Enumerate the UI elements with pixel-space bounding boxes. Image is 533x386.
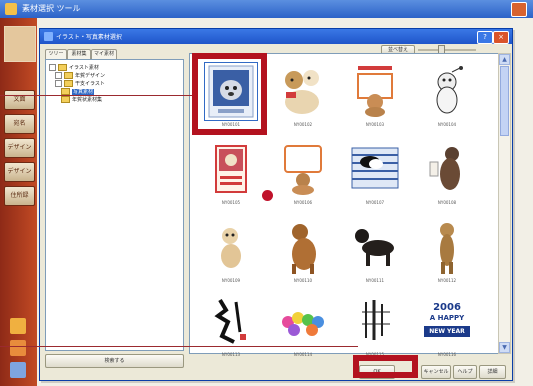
folder-icon bbox=[58, 64, 67, 71]
people-icon[interactable] bbox=[10, 340, 26, 356]
help-text-button[interactable]: ヘルプ bbox=[453, 365, 477, 379]
folder-icon bbox=[61, 88, 70, 95]
app-icon bbox=[5, 3, 17, 15]
thumbnail-caption: NY00103 bbox=[365, 122, 385, 127]
thumbnail-caption: NY00114 bbox=[293, 352, 313, 357]
scroll-thumb[interactable] bbox=[500, 66, 509, 136]
folder-icon bbox=[61, 96, 70, 103]
tree-item-selected[interactable]: 写真素材 bbox=[61, 88, 95, 95]
thumbnail-caption: NY00106 bbox=[293, 200, 313, 205]
thumbnail-caption: NY00104 bbox=[437, 122, 457, 127]
standing-dog-icon bbox=[422, 220, 472, 275]
striped-card-icon bbox=[350, 142, 400, 197]
dog-sign-icon bbox=[350, 64, 400, 119]
thumbnail-caption: NY00110 bbox=[293, 278, 313, 283]
close-button[interactable]: × bbox=[493, 31, 509, 44]
thumbnail-caption: NY00112 bbox=[437, 278, 457, 283]
dialog-icon bbox=[44, 32, 53, 41]
dialog-title: イラスト・写真素材選択 bbox=[56, 34, 122, 41]
expand-icon[interactable] bbox=[55, 80, 62, 87]
calligraphy-icon bbox=[206, 294, 256, 349]
strip-button-2[interactable]: 宛名 bbox=[4, 114, 35, 134]
balloons-icon bbox=[278, 294, 328, 349]
app-title: 素材選択 ツール bbox=[22, 4, 81, 13]
tab-my-material[interactable]: マイ素材 bbox=[91, 49, 117, 59]
tree-item[interactable]: イラスト素材 bbox=[49, 64, 99, 71]
folder-icon bbox=[64, 72, 73, 79]
app-close-button[interactable] bbox=[511, 2, 527, 17]
brush-text-icon bbox=[350, 294, 400, 349]
new-year-text: NEW YEAR bbox=[424, 326, 470, 337]
sitting-dog-icon bbox=[422, 142, 472, 197]
tab-collection[interactable]: 素材集 bbox=[67, 49, 91, 59]
thumbnail-caption: NY00111 bbox=[365, 278, 385, 283]
thumbnail-caption: NY00113 bbox=[221, 352, 241, 357]
expand-icon[interactable] bbox=[49, 64, 56, 71]
dachshund-icon bbox=[350, 220, 400, 275]
folder-tree: イラスト素材 年賀デザイン 干支イラスト 写真素材 年賀状素材集 bbox=[45, 59, 184, 351]
year-text: 2006 bbox=[433, 302, 461, 313]
scroll-up-button[interactable]: ▲ bbox=[499, 54, 510, 65]
expand-icon[interactable] bbox=[55, 72, 62, 79]
avatar bbox=[4, 26, 36, 62]
detail-button[interactable]: 詳細 bbox=[479, 365, 506, 379]
framed-dog-icon bbox=[206, 142, 256, 197]
happy-new-year-icon: 2006 A HAPPY NEW YEAR bbox=[422, 294, 472, 349]
callout-line-top bbox=[0, 95, 195, 96]
dogs-pair-icon bbox=[278, 64, 328, 119]
small-dog-icon bbox=[206, 220, 256, 275]
thumbnail-caption: NY00105 bbox=[221, 200, 241, 205]
thumbnail-caption: NY00109 bbox=[221, 278, 241, 283]
material-select-dialog: イラスト・写真素材選択 ? × ツリー 素材集 マイ素材 イラスト素材 年賀デザ… bbox=[39, 28, 513, 381]
zoom-slider[interactable] bbox=[418, 49, 476, 51]
callout-line-bottom bbox=[0, 346, 358, 347]
callout-dot bbox=[262, 190, 273, 201]
selected-thumbnail-highlight bbox=[192, 53, 267, 135]
puppy-icon bbox=[422, 64, 472, 119]
thumbnail-scrollbar[interactable]: ▲ ▼ bbox=[498, 53, 511, 354]
strip-button-4[interactable]: デザイン bbox=[4, 162, 35, 182]
tree-item[interactable]: 干支イラスト bbox=[55, 80, 105, 87]
dog-board-icon bbox=[278, 142, 328, 197]
search-icon[interactable] bbox=[10, 362, 26, 378]
dialog-title-bar: イラスト・写真素材選択 ? × bbox=[40, 29, 512, 44]
scroll-down-button[interactable]: ▼ bbox=[499, 342, 510, 353]
search-button[interactable]: 検索する bbox=[45, 354, 184, 368]
tool-icon[interactable] bbox=[10, 318, 26, 334]
help-button[interactable]: ? bbox=[477, 31, 493, 44]
app-title-bar: 素材選択 ツール bbox=[0, 0, 533, 18]
strip-button-1[interactable]: 文面 bbox=[4, 90, 35, 110]
strip-button-5[interactable]: 住所録 bbox=[4, 186, 35, 206]
thumbnail-caption: NY00107 bbox=[365, 200, 385, 205]
thumbnail-caption: NY00102 bbox=[293, 122, 313, 127]
strip-button-3[interactable]: デザイン bbox=[4, 138, 35, 158]
happy-text: A HAPPY bbox=[429, 314, 465, 322]
brown-dog-icon bbox=[278, 220, 328, 275]
left-toolbar: 文面 宛名 デザイン デザイン 住所録 bbox=[0, 18, 37, 386]
thumbnail-caption: NY00116 bbox=[437, 352, 457, 357]
tree-item[interactable]: 年賀状素材集 bbox=[61, 96, 102, 103]
tree-item[interactable]: 年賀デザイン bbox=[55, 72, 105, 79]
ok-button-highlight bbox=[353, 355, 418, 378]
folder-icon bbox=[64, 80, 73, 87]
tab-tree[interactable]: ツリー bbox=[45, 49, 67, 59]
thumbnail-caption: NY00108 bbox=[437, 200, 457, 205]
cancel-button[interactable]: キャンセル bbox=[421, 365, 451, 379]
